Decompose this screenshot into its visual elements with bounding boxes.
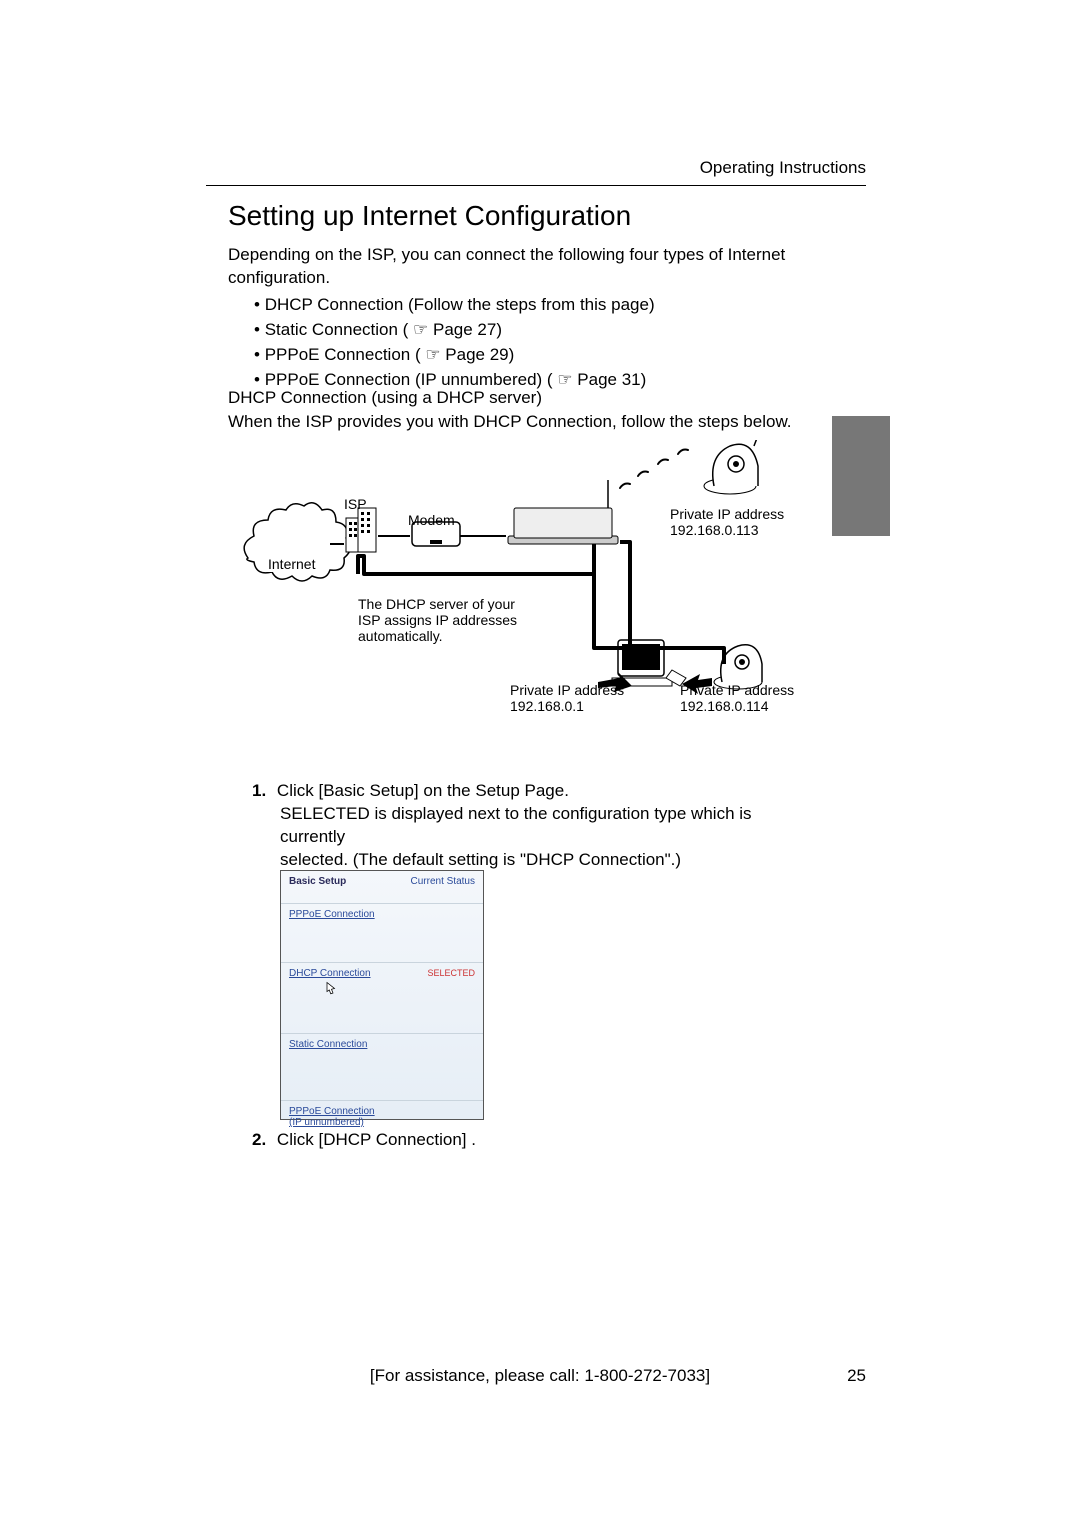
header-label: Operating Instructions	[700, 158, 866, 178]
diagram-left-ip-label: Private IP address	[510, 682, 624, 698]
step-text: SELECTED is displayed next to the config…	[280, 803, 812, 849]
diagram-right-ip: 192.168.0.114	[680, 698, 769, 714]
dhcp-description: When the ISP provides you with DHCP Conn…	[228, 412, 792, 432]
step-2: 2. Click [DHCP Connection] .	[252, 1130, 476, 1150]
page-number: 25	[847, 1366, 866, 1386]
intro-lead: Depending on the ISP, you can connect th…	[228, 244, 868, 290]
screenshot-selected-badge: SELECTED	[427, 968, 475, 1028]
intro-item: Static Connection ( ☞ Page 27)	[254, 319, 868, 342]
screenshot-current-status: Current Status	[411, 876, 475, 898]
screenshot-pppoe-link[interactable]: PPPoE Connection	[289, 909, 375, 957]
basic-setup-screenshot: Basic Setup Current Status PPPoE Connect…	[280, 870, 484, 1120]
step-text: Click [DHCP Connection] .	[277, 1130, 476, 1149]
intro-item: PPPoE Connection ( ☞ Page 29)	[254, 344, 868, 367]
dhcp-heading: DHCP Connection (using a DHCP server)	[228, 388, 542, 408]
intro-block: Depending on the ISP, you can connect th…	[228, 244, 868, 394]
screenshot-pppoe-ip-link[interactable]: PPPoE Connection (IP unnumbered)	[289, 1106, 375, 1128]
diagram-note: The DHCP server of your	[358, 596, 515, 612]
diagram-note: ISP assigns IP addresses	[358, 612, 517, 628]
intro-item: DHCP Connection (Follow the steps from t…	[254, 294, 868, 317]
screenshot-basic-setup: Basic Setup	[289, 876, 346, 898]
side-tab-label: Setup	[848, 348, 880, 410]
diagram-isp-label: ISP	[344, 496, 367, 512]
side-tab	[832, 416, 890, 536]
header-rule	[206, 185, 866, 186]
step-text: Click [Basic Setup] on the Setup Page.	[277, 781, 569, 800]
diagram-left-ip: 192.168.0.1	[510, 698, 584, 714]
step-1: 1. Click [Basic Setup] on the Setup Page…	[252, 780, 812, 872]
diagram-top-ip-label: Private IP address	[670, 506, 784, 522]
step-number: 1.	[252, 781, 266, 800]
step-text: selected. (The default setting is "DHCP …	[280, 849, 812, 872]
cursor-icon	[321, 981, 339, 999]
footer-assistance: [For assistance, please call: 1-800-272-…	[0, 1366, 1080, 1386]
diagram-top-ip: 192.168.0.113	[670, 522, 759, 538]
diagram-modem-label: Modem	[408, 512, 455, 528]
diagram-note: automatically.	[358, 628, 443, 644]
screenshot-static-link[interactable]: Static Connection	[289, 1039, 367, 1095]
diagram-internet-label: Internet	[266, 556, 317, 572]
network-diagram: Internet ISP Modem The DHCP server of yo…	[228, 440, 828, 770]
diagram-right-ip-label: Private IP address	[680, 682, 794, 698]
step-number: 2.	[252, 1130, 266, 1149]
section-title: Setting up Internet Configuration	[228, 200, 631, 232]
